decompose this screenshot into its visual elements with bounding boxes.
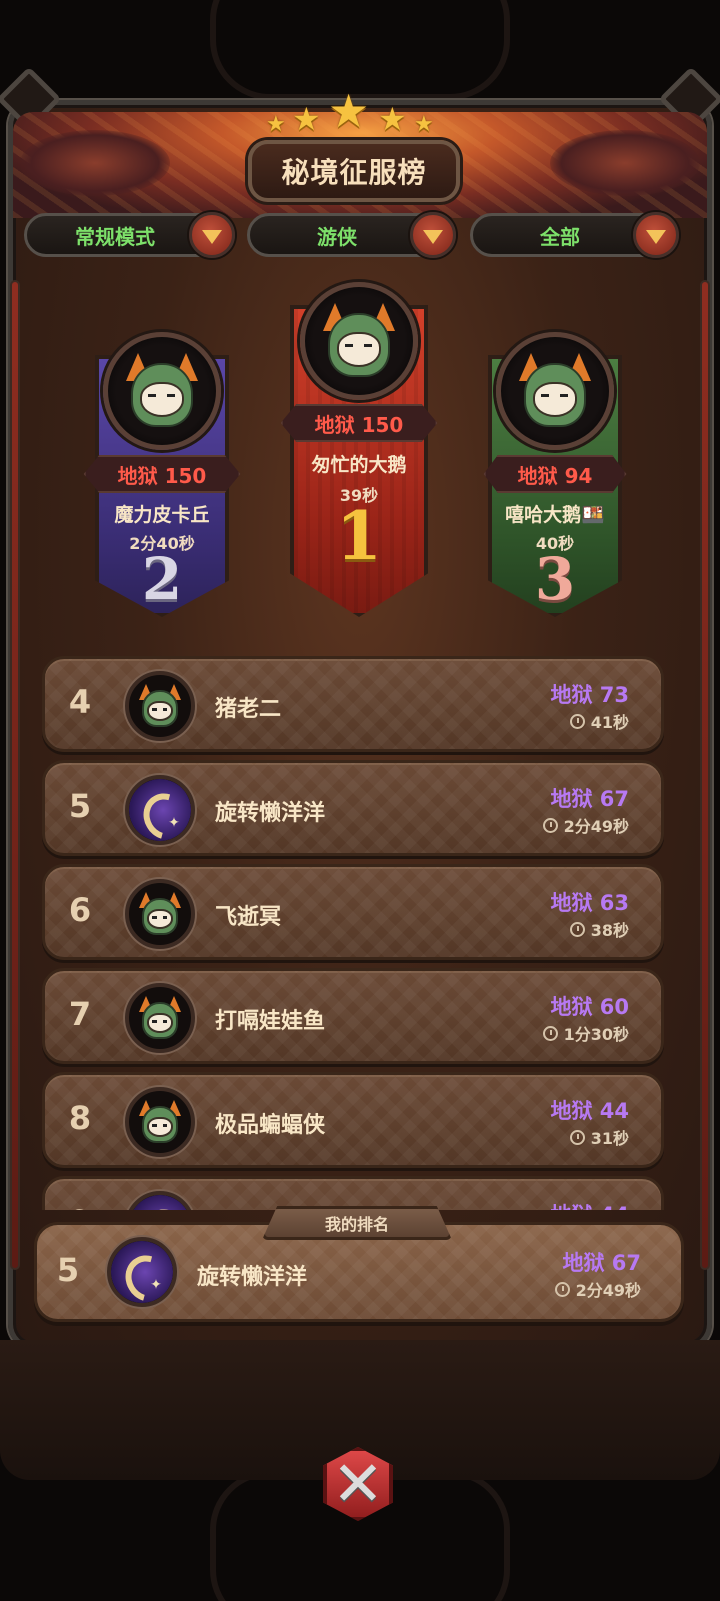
crescent-moon-avatar-icon	[129, 779, 191, 841]
fox-hood-avatar-icon	[135, 993, 185, 1043]
clear-time: 1分30秒	[542, 1021, 629, 1045]
list-item[interactable]: 4 猪老二 地狱 73 41秒	[42, 656, 664, 752]
avatar	[125, 983, 195, 1053]
list-item[interactable]: 6 飞逝冥 地狱 63 38秒	[42, 864, 664, 960]
player-name: 旋转懒洋洋	[197, 1265, 308, 1290]
hell-score: 地狱 60	[550, 995, 629, 1019]
avatar	[125, 775, 195, 845]
clock-icon	[542, 817, 558, 833]
clock-icon	[554, 1281, 570, 1297]
list-item[interactable]: 8 极品蝙蝠侠 地狱 44 31秒	[42, 1072, 664, 1168]
hell-score: 地狱 73	[550, 683, 629, 707]
player-name: 飞逝冥	[215, 905, 282, 930]
rank-number: 5	[68, 787, 92, 825]
close-x-icon: ✕	[332, 1447, 384, 1520]
clear-time: 2分49秒	[554, 1277, 641, 1301]
clear-time: 38秒	[569, 917, 629, 941]
clear-time-text: 2分49秒	[575, 1281, 641, 1300]
avatar	[125, 1087, 195, 1157]
rank-number: 8	[68, 1099, 92, 1137]
my-rank-tab: 我的排名	[262, 1206, 452, 1240]
hell-score: 地狱 44	[550, 1099, 629, 1123]
clear-time: 2分49秒	[542, 813, 629, 837]
list-item[interactable]: 9 补瑶 地狱 44	[42, 1176, 664, 1210]
fox-hood-avatar-icon	[135, 681, 185, 731]
fox-hood-avatar-icon	[135, 889, 185, 939]
hell-score: 地狱 63	[550, 891, 629, 915]
avatar	[125, 671, 195, 741]
crescent-moon-avatar-icon	[129, 1195, 191, 1210]
avatar	[125, 879, 195, 949]
close-button[interactable]: ✕	[316, 1442, 400, 1526]
rank-number: 7	[68, 995, 92, 1033]
list-item[interactable]: 5 旋转懒洋洋 地狱 67 2分49秒	[42, 760, 664, 856]
list-item[interactable]: 7 打嗝娃娃鱼 地狱 60 1分30秒	[42, 968, 664, 1064]
rank-number: 4	[68, 683, 92, 721]
hell-score: 地狱 67	[550, 787, 629, 811]
player-name: 极品蝙蝠侠	[215, 1113, 326, 1138]
avatar	[107, 1237, 177, 1307]
clear-time: 31秒	[569, 1125, 629, 1149]
hell-score: 地狱 67	[562, 1251, 641, 1275]
clock-icon	[542, 1025, 558, 1041]
clear-time-text: 41秒	[590, 713, 629, 732]
leaderboard-list[interactable]: 4 猪老二 地狱 73 41秒 5 旋转懒洋洋 地狱 67 2分49秒 6 飞逝…	[0, 0, 720, 1210]
clear-time-text: 38秒	[590, 921, 629, 940]
rank-number: 6	[68, 891, 92, 929]
player-name: 打嗝娃娃鱼	[215, 1009, 326, 1034]
fox-hood-avatar-icon	[135, 1097, 185, 1147]
clear-time-text: 1分30秒	[563, 1025, 629, 1044]
hell-score: 地狱 44	[550, 1199, 629, 1210]
clock-icon	[569, 1129, 585, 1145]
player-name: 猪老二	[215, 697, 282, 722]
avatar	[125, 1191, 195, 1210]
clear-time-text: 31秒	[590, 1129, 629, 1148]
player-name: 旋转懒洋洋	[215, 801, 326, 826]
clock-icon	[569, 713, 585, 729]
rank-number: 5	[56, 1251, 80, 1289]
crescent-moon-avatar-icon	[111, 1241, 173, 1303]
clear-time-text: 2分49秒	[563, 817, 629, 836]
clear-time: 41秒	[569, 709, 629, 733]
rank-number: 9	[65, 1203, 95, 1210]
clock-icon	[569, 921, 585, 937]
